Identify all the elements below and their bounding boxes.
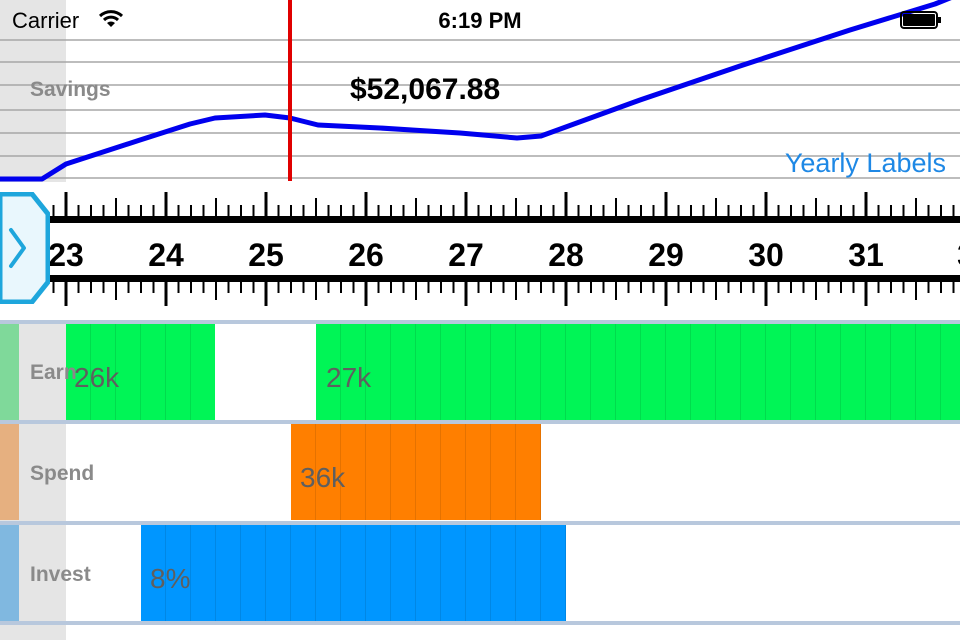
invest-label: Invest [30,563,91,586]
earn-segment-label: 27k [326,362,372,393]
invest-row[interactable]: Invest 8% [0,525,960,621]
expand-button[interactable] [0,192,50,304]
invest-segment-label: 8% [150,563,191,594]
ruler-year-label: 25 [248,237,284,273]
ruler-year-label: 29 [648,237,684,273]
earn-segment[interactable] [316,324,960,420]
status-time: 6:19 PM [438,8,522,33]
invest-swatch [0,525,19,621]
yearly-labels-button[interactable]: Yearly Labels [785,148,946,179]
year-ruler[interactable]: 2324252627282930313 [0,182,960,320]
savings-value: $52,067.88 [350,73,501,106]
ruler-year-label: 30 [748,237,784,273]
status-bar: Carrier 6:19 PM [0,0,960,40]
ruler-year-label: 24 [148,237,184,273]
ruler-year-label: 26 [348,237,384,273]
spend-row[interactable]: Spend 36k [0,424,960,520]
row-divider [0,320,960,324]
ruler-year-label: 23 [48,237,84,273]
spend-segment-label: 36k [300,462,346,493]
row-divider [0,621,960,625]
row-divider [0,521,960,525]
ruler-labels: 2324252627282930313 [48,237,960,273]
earn-segment-label: 26k [74,362,120,393]
invest-segment[interactable] [141,525,566,621]
battery-icon [900,11,941,29]
ruler-year-label: 27 [448,237,484,273]
earn-row[interactable]: Earn 26k 27k [0,324,960,420]
ruler-year-label: 31 [848,237,884,273]
earn-label: Earn [30,361,77,384]
ruler-year-label: 28 [548,237,584,273]
spend-label: Spend [30,462,95,485]
row-divider [0,420,960,424]
earn-swatch [0,324,19,420]
chart-label: Savings [30,78,111,101]
spend-swatch [0,424,19,520]
